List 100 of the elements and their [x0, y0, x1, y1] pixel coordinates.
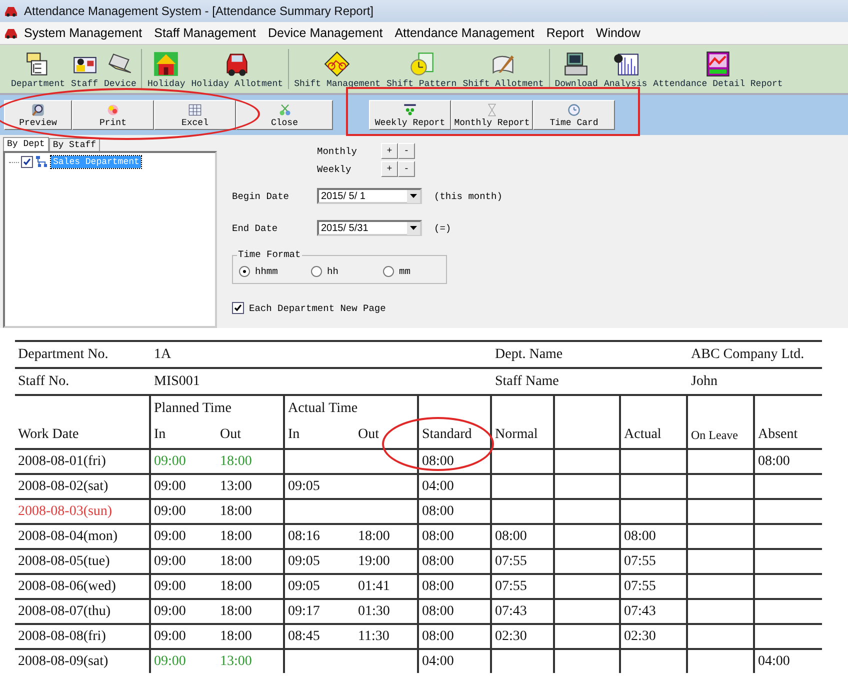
- menu-item[interactable]: Staff Management: [148, 26, 262, 40]
- field-value: 1A: [153, 346, 172, 362]
- toolbar-button[interactable]: Preview: [4, 100, 72, 130]
- table-cell: 2008-08-09(sat): [18, 654, 108, 670]
- table-cell: 09:00: [154, 478, 186, 494]
- field-label: Dept. Name: [494, 346, 564, 362]
- toolbar-button[interactable]: Print: [72, 100, 154, 130]
- column-header: Actual: [623, 427, 662, 443]
- radio-label: hh: [327, 266, 338, 277]
- step-button[interactable]: +: [381, 143, 398, 159]
- toolbar-button[interactable]: Shift Management: [293, 51, 382, 89]
- table-cell: 2008-08-08(fri): [18, 628, 106, 644]
- clock-icon: [567, 102, 581, 116]
- table-cell: 2008-08-04(mon): [18, 528, 118, 544]
- table-cell: 18:00: [220, 554, 252, 570]
- toolbar-button[interactable]: Analysis: [602, 51, 648, 89]
- toolbar-button[interactable]: Holiday Allotment: [190, 51, 284, 89]
- grid-icon: [403, 102, 417, 116]
- report-button[interactable]: Time Card: [533, 100, 615, 130]
- column-header: Absent: [757, 427, 799, 443]
- date-label: Begin Date: [232, 190, 290, 202]
- toolbar-button[interactable]: Shift Allotment: [462, 51, 545, 89]
- caret-icon: [410, 194, 417, 198]
- period-label: Monthly: [317, 146, 358, 156]
- table-cell: 08:00: [422, 578, 454, 594]
- field-label: Department No.: [17, 346, 110, 362]
- table-cell: 18:00: [220, 504, 252, 520]
- menu-item[interactable]: Device Management: [262, 26, 389, 40]
- checkbox[interactable]: [232, 302, 244, 314]
- menu-item[interactable]: Report: [540, 26, 590, 40]
- toolbar-button[interactable]: Download: [554, 51, 599, 89]
- column-header: Standard: [421, 427, 473, 443]
- menu-item[interactable]: System Management: [18, 26, 148, 40]
- field-value: John: [690, 374, 718, 390]
- table-cell: 18:00: [220, 454, 252, 470]
- column-header: Work Date: [17, 427, 80, 443]
- tab[interactable]: By Dept: [3, 137, 49, 151]
- toolbar-button[interactable]: Device: [103, 51, 138, 89]
- table-cell: 18:00: [358, 528, 390, 544]
- table-cell: 08:00: [422, 628, 454, 644]
- table-cell: 08:00: [422, 554, 454, 570]
- column-header: In: [153, 427, 167, 443]
- field-label: Staff No.: [17, 374, 70, 390]
- table-cell: 18:00: [220, 604, 252, 620]
- radio-button[interactable]: [383, 266, 394, 277]
- table-cell: 02:30: [624, 628, 656, 644]
- table-cell: 04:00: [422, 654, 454, 670]
- hourglass-icon: [485, 102, 499, 116]
- table-cell: 04:00: [758, 654, 790, 670]
- step-button[interactable]: -: [398, 143, 415, 159]
- table-cell: 01:41: [358, 578, 390, 594]
- table-cell: 09:00: [154, 628, 186, 644]
- table-cell: 09:05: [288, 554, 320, 570]
- clock-document-icon: [408, 51, 436, 77]
- table-cell: 2008-08-03(sun): [18, 504, 112, 520]
- toolbar-button[interactable]: Close: [236, 100, 333, 130]
- report-button[interactable]: Monthly Report: [451, 100, 533, 130]
- toolbar-button[interactable]: Department: [10, 51, 66, 89]
- checkbox[interactable]: [21, 156, 33, 168]
- report-button[interactable]: Weekly Report: [369, 100, 451, 130]
- toolbar-button[interactable]: Shift Pattern: [386, 51, 458, 89]
- table-cell: 07:55: [495, 554, 527, 570]
- toolbar-button[interactable]: Staff: [70, 51, 100, 89]
- column-header: In: [287, 427, 301, 443]
- group-title: Time Format: [237, 249, 302, 260]
- date-dropdown[interactable]: 2015/ 5/ 1: [317, 188, 422, 204]
- radio-button[interactable]: [311, 266, 322, 277]
- table-cell: 2008-08-01(fri): [18, 454, 106, 470]
- caret-icon: [410, 226, 417, 230]
- radio-button[interactable]: [239, 266, 250, 277]
- table-cell: 09:17: [288, 604, 320, 620]
- table-cell: 09:05: [288, 478, 320, 494]
- house-icon: [153, 51, 180, 77]
- table-cell: 2008-08-02(sat): [18, 478, 108, 494]
- table-cell: 11:30: [358, 628, 390, 644]
- column-group-header: Planned Time: [153, 401, 232, 417]
- table-cell: 2008-08-05(tue): [18, 554, 110, 570]
- table-cell: 01:30: [358, 604, 390, 620]
- table-cell: 09:00: [154, 604, 186, 620]
- table-cell: 04:00: [422, 478, 454, 494]
- car-icon: [4, 5, 18, 17]
- tab[interactable]: By Staff: [48, 138, 100, 151]
- table-cell: 08:00: [422, 528, 454, 544]
- menu-item[interactable]: Attendance Management: [388, 26, 540, 40]
- date-dropdown[interactable]: 2015/ 5/31: [317, 220, 422, 236]
- table-cell: 07:55: [495, 578, 527, 594]
- table-cell: 19:00: [358, 554, 390, 570]
- spreadsheet-icon: [187, 102, 203, 116]
- step-button[interactable]: -: [398, 161, 415, 177]
- table-cell: 02:30: [495, 628, 527, 644]
- toolbar-button[interactable]: Holiday: [146, 51, 186, 89]
- period-label: Weekly: [317, 164, 352, 174]
- step-button[interactable]: +: [381, 161, 398, 177]
- menu-item[interactable]: Window: [590, 26, 646, 40]
- toolbar-button[interactable]: Attendance Detail Report: [652, 51, 784, 89]
- table-cell: 07:43: [495, 604, 527, 620]
- table-cell: 08:00: [495, 528, 527, 544]
- table-cell: 09:00: [154, 454, 186, 470]
- org-chart-icon: [35, 156, 49, 168]
- toolbar-button[interactable]: Excel: [154, 100, 236, 130]
